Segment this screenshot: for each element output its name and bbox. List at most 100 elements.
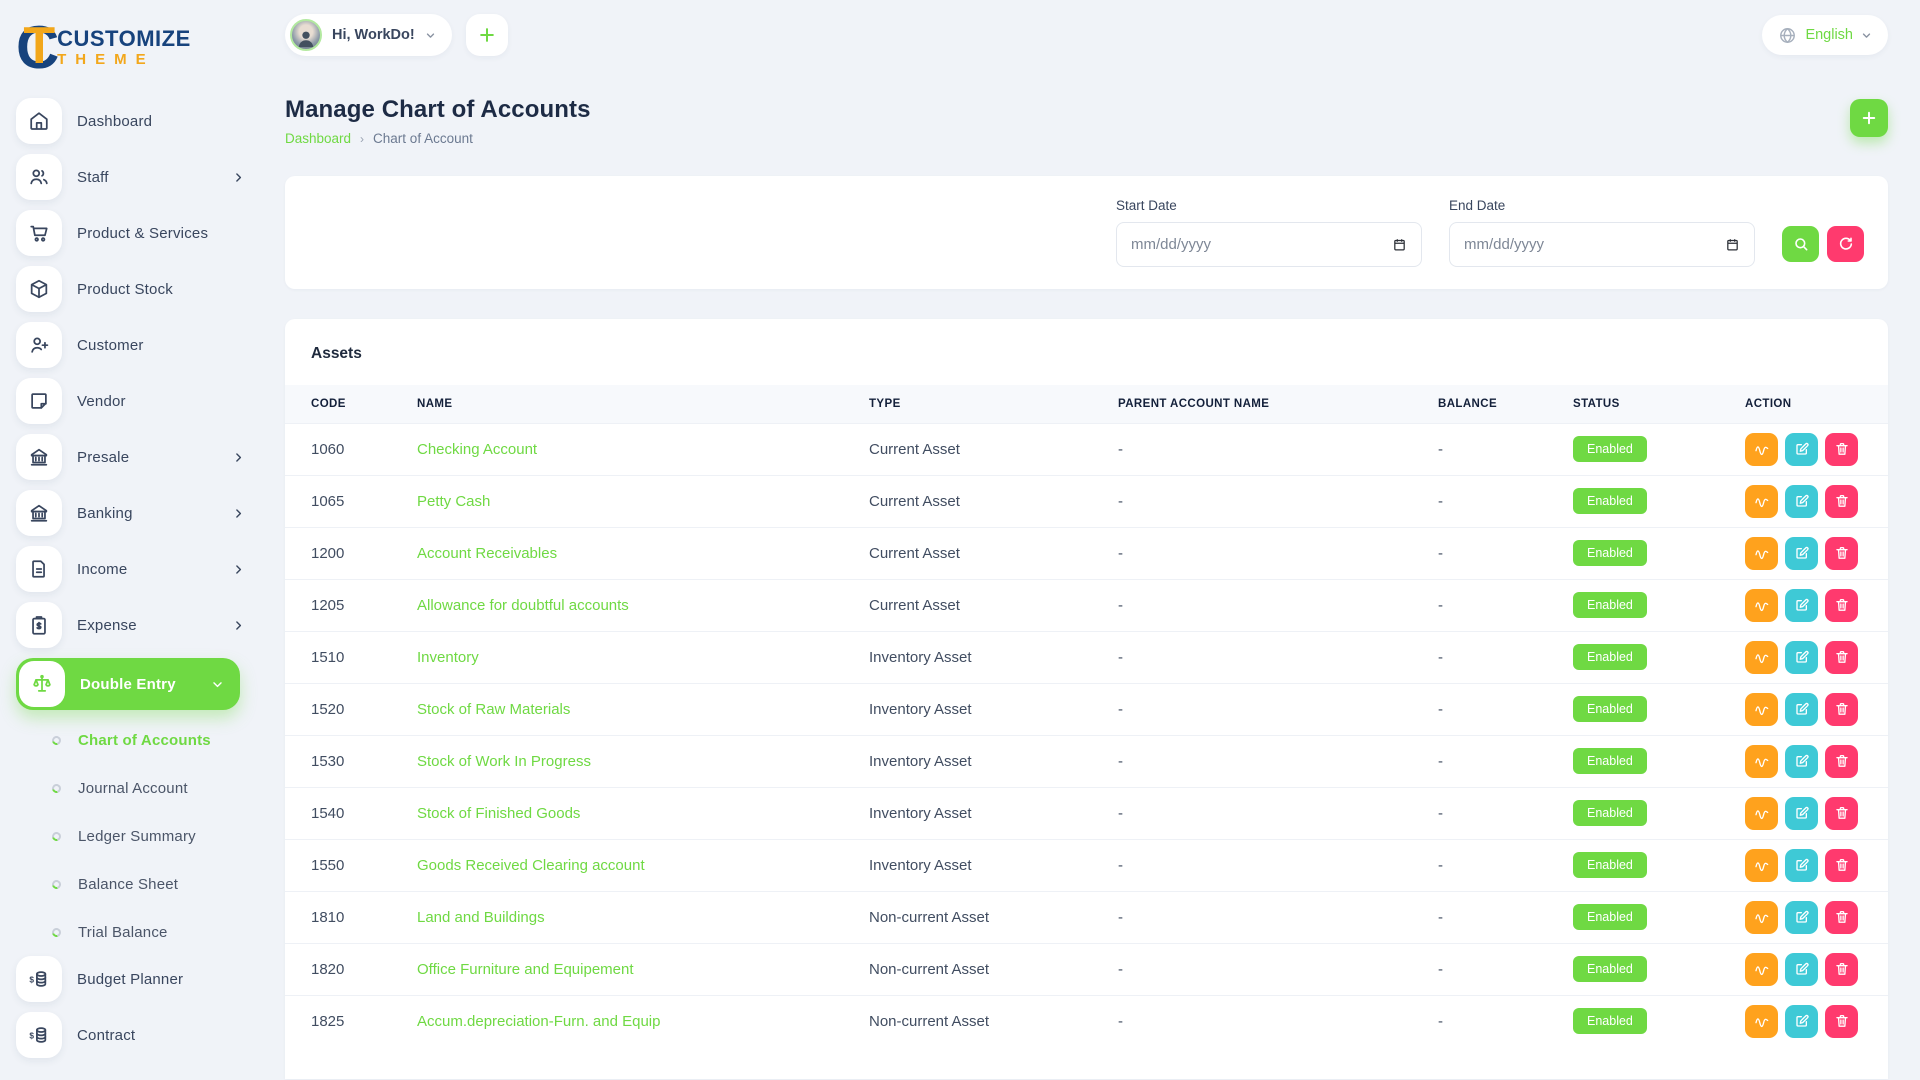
sidebar-item-label: Customer — [77, 336, 144, 354]
delete-button[interactable] — [1825, 1004, 1858, 1038]
edit-button[interactable] — [1785, 536, 1818, 570]
edit-button[interactable] — [1785, 848, 1818, 882]
edit-button[interactable] — [1785, 484, 1818, 518]
sidebar-item-contract[interactable]: $ Contract — [16, 1012, 265, 1058]
delete-button[interactable] — [1825, 952, 1858, 986]
cell-balance: - — [1438, 474, 1573, 527]
cell-parent: - — [1118, 578, 1438, 631]
column-header-parent-account-name: PARENT ACCOUNT NAME — [1118, 385, 1438, 423]
cell-balance: - — [1438, 682, 1573, 735]
transactions-button[interactable] — [1745, 432, 1778, 466]
main-content: Hi, WorkDo! English Manage Chart of Acco… — [265, 0, 1920, 1080]
sidebar-item-label: Double Entry — [80, 675, 176, 693]
cell-actions — [1745, 786, 1888, 839]
calendar-icon[interactable] — [1725, 237, 1740, 252]
edit-button[interactable] — [1785, 900, 1818, 934]
edit-button[interactable] — [1785, 744, 1818, 778]
account-name-link[interactable]: Office Furniture and Equipement — [417, 961, 634, 978]
user-menu[interactable]: Hi, WorkDo! — [285, 14, 452, 56]
sidebar-item-banking[interactable]: Banking — [16, 490, 265, 536]
account-name-link[interactable]: Inventory — [417, 649, 479, 666]
sidebar-subitem-chart-of-accounts[interactable]: Chart of Accounts — [16, 716, 265, 764]
sidebar-subitem-trial-balance[interactable]: Trial Balance — [16, 908, 265, 956]
calendar-icon[interactable] — [1392, 237, 1407, 252]
account-name-link[interactable]: Goods Received Clearing account — [417, 857, 645, 874]
edit-button[interactable] — [1785, 640, 1818, 674]
breadcrumb-dashboard[interactable]: Dashboard — [285, 131, 351, 146]
cell-type: Current Asset — [869, 422, 1118, 475]
status-badge: Enabled — [1573, 852, 1647, 878]
end-date-input[interactable]: mm/dd/yyyy — [1449, 222, 1755, 267]
add-account-button[interactable] — [1850, 99, 1888, 137]
transactions-button[interactable] — [1745, 640, 1778, 674]
workspace-add-button[interactable] — [465, 14, 508, 56]
sidebar-item-income[interactable]: Income — [16, 546, 265, 592]
account-name-link[interactable]: Account Receivables — [417, 545, 557, 562]
transactions-button[interactable] — [1745, 588, 1778, 622]
sidebar-item-double-entry[interactable]: Double Entry — [16, 658, 240, 710]
delete-button[interactable] — [1825, 848, 1858, 882]
edit-button[interactable] — [1785, 796, 1818, 830]
sidebar-item-staff[interactable]: Staff — [16, 154, 265, 200]
delete-button[interactable] — [1825, 588, 1858, 622]
edit-button[interactable] — [1785, 1004, 1818, 1038]
delete-button[interactable] — [1825, 536, 1858, 570]
sidebar-item-presale[interactable]: Presale — [16, 434, 265, 480]
sidebar-subitem-journal-account[interactable]: Journal Account — [16, 764, 265, 812]
cell-parent: - — [1118, 474, 1438, 527]
transactions-button[interactable] — [1745, 692, 1778, 726]
edit-button[interactable] — [1785, 432, 1818, 466]
chevron-right-icon — [232, 451, 245, 464]
sidebar-item-budget-planner[interactable]: $ Budget Planner — [16, 956, 265, 1002]
transactions-button[interactable] — [1745, 484, 1778, 518]
sidebar-item-dashboard[interactable]: Dashboard — [16, 98, 265, 144]
sidebar-subitem-balance-sheet[interactable]: Balance Sheet — [16, 860, 265, 908]
account-name-link[interactable]: Stock of Finished Goods — [417, 805, 580, 822]
cell-parent: - — [1118, 734, 1438, 787]
account-name-link[interactable]: Stock of Raw Materials — [417, 701, 570, 718]
sidebar-subitem-ledger-summary[interactable]: Ledger Summary — [16, 812, 265, 860]
start-date-input[interactable]: mm/dd/yyyy — [1116, 222, 1422, 267]
search-button[interactable] — [1782, 226, 1819, 262]
edit-button[interactable] — [1785, 692, 1818, 726]
transactions-button[interactable] — [1745, 796, 1778, 830]
sidebar-item-product-stock[interactable]: Product Stock — [16, 266, 265, 312]
transactions-button[interactable] — [1745, 848, 1778, 882]
language-selector[interactable]: English — [1762, 15, 1888, 55]
delete-button[interactable] — [1825, 484, 1858, 518]
delete-button[interactable] — [1825, 744, 1858, 778]
delete-button[interactable] — [1825, 900, 1858, 934]
sidebar-item-expense[interactable]: Expense — [16, 602, 265, 648]
delete-button[interactable] — [1825, 796, 1858, 830]
cell-balance: - — [1438, 890, 1573, 943]
delete-button[interactable] — [1825, 692, 1858, 726]
status-badge: Enabled — [1573, 644, 1647, 670]
transactions-button[interactable] — [1745, 536, 1778, 570]
coins-icon: $ — [16, 956, 62, 1002]
reset-button[interactable] — [1827, 226, 1864, 262]
delete-button[interactable] — [1825, 640, 1858, 674]
sidebar-subitem-label: Balance Sheet — [78, 875, 179, 893]
sidebar-item-product-services[interactable]: Product & Services — [16, 210, 265, 256]
delete-button[interactable] — [1825, 432, 1858, 466]
transactions-button[interactable] — [1745, 1004, 1778, 1038]
edit-button[interactable] — [1785, 952, 1818, 986]
search-icon — [1794, 238, 1807, 251]
account-name-link[interactable]: Allowance for doubtful accounts — [417, 597, 629, 614]
transactions-button[interactable] — [1745, 952, 1778, 986]
account-name-link[interactable]: Stock of Work In Progress — [417, 753, 591, 770]
sidebar-item-customer[interactable]: Customer — [16, 322, 265, 368]
sidebar-item-vendor[interactable]: Vendor — [16, 378, 265, 424]
cell-type: Non-current Asset — [869, 994, 1118, 1047]
account-name-link[interactable]: Land and Buildings — [417, 909, 545, 926]
transactions-button[interactable] — [1745, 900, 1778, 934]
account-name-link[interactable]: Checking Account — [417, 441, 537, 458]
account-name-link[interactable]: Petty Cash — [417, 493, 490, 510]
edit-button[interactable] — [1785, 588, 1818, 622]
chevron-right-icon — [232, 619, 245, 632]
sidebar-item-label: Income — [77, 560, 128, 578]
brand-name-line1: CUSTOMIZE — [57, 26, 191, 51]
account-name-link[interactable]: Accum.depreciation-Furn. and Equip — [417, 1013, 660, 1030]
brand-logo[interactable]: CT CUSTOMIZE THEME — [16, 12, 265, 84]
transactions-button[interactable] — [1745, 744, 1778, 778]
